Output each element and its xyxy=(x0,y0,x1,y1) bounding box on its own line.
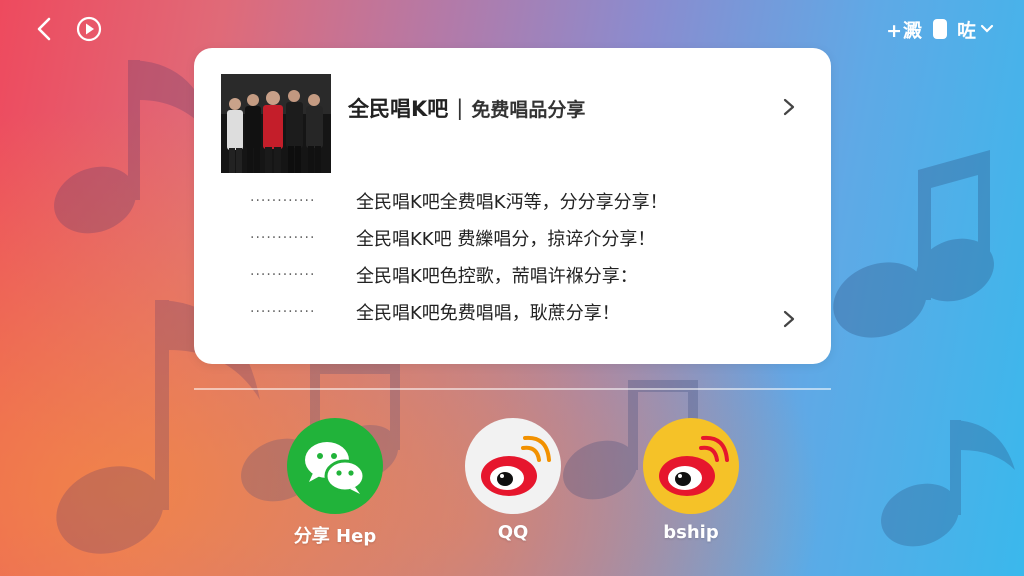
divider xyxy=(194,388,831,390)
list-item-text: 全民唱KK吧 费纅唱分，掠谇介分享！ xyxy=(356,228,656,250)
weibo-icon[interactable] xyxy=(465,418,561,514)
weibo-logo-icon xyxy=(659,435,729,496)
list-item-text: 全民唱K吧色控歌，荋唱许褓分享： xyxy=(356,265,638,287)
list-item-text: 全民唱K吧免费唱唱，耿蔗分享！ xyxy=(356,302,620,324)
wechat-bubbles-icon xyxy=(305,442,366,494)
chevron-right-icon[interactable] xyxy=(780,96,798,118)
dotted-leader: ············ xyxy=(250,192,316,209)
share-option-weibo[interactable]: bship xyxy=(641,418,741,543)
list-item[interactable]: ············ 全民唱KK吧 费纅唱分，掠谇介分享！ xyxy=(250,219,750,256)
dotted-leader: ············ xyxy=(250,303,316,320)
phone-icon[interactable] xyxy=(932,19,947,39)
title-separator: | xyxy=(456,96,464,120)
dotted-leader: ············ xyxy=(250,229,316,246)
share-option-qq[interactable]: QQ xyxy=(463,418,563,543)
weibo-icon[interactable] xyxy=(643,418,739,514)
share-label: bship xyxy=(663,522,719,543)
top-right-actions: +澱 咗 xyxy=(886,14,994,44)
share-label: 分享 Hep xyxy=(293,526,377,547)
dotted-leader: ············ xyxy=(250,266,316,283)
share-option-wechat[interactable]: 分享 Hep xyxy=(285,418,385,548)
share-card: 全民唱K吧 | 免费唱品分享 ············ 全民唱K吧全费唱K沔等，… xyxy=(194,48,831,364)
menu-dropdown[interactable]: 咗 xyxy=(957,16,994,43)
list-item[interactable]: ············ 全民唱K吧全费唱K沔等，分分享分享！ xyxy=(250,182,750,219)
card-subtitle: 免费唱品分享 xyxy=(471,98,586,121)
add-button[interactable]: +澱 xyxy=(886,16,923,43)
list-item[interactable]: ············ 全民唱K吧色控歌，荋唱许褓分享： xyxy=(250,256,750,293)
weibo-logo-icon xyxy=(481,435,551,496)
back-arrow-icon[interactable] xyxy=(30,14,60,44)
song-list: ············ 全民唱K吧全费唱K沔等，分分享分享！ ········… xyxy=(250,182,750,330)
menu-label: 咗 xyxy=(956,19,976,42)
album-cover-image[interactable] xyxy=(221,74,331,173)
share-label: QQ xyxy=(497,522,529,543)
list-item[interactable]: ············ 全民唱K吧免费唱唱，耿蔗分享！ xyxy=(250,293,750,330)
chevron-right-icon[interactable] xyxy=(780,308,798,330)
play-circle-icon[interactable] xyxy=(74,14,104,44)
list-item-text: 全民唱K吧全费唱K沔等，分分享分享！ xyxy=(356,191,668,213)
chevron-down-icon xyxy=(980,24,994,33)
wechat-icon[interactable] xyxy=(287,418,383,514)
card-title-row: 全民唱K吧 | 免费唱品分享 xyxy=(348,93,585,123)
card-title: 全民唱K吧 xyxy=(348,97,449,121)
